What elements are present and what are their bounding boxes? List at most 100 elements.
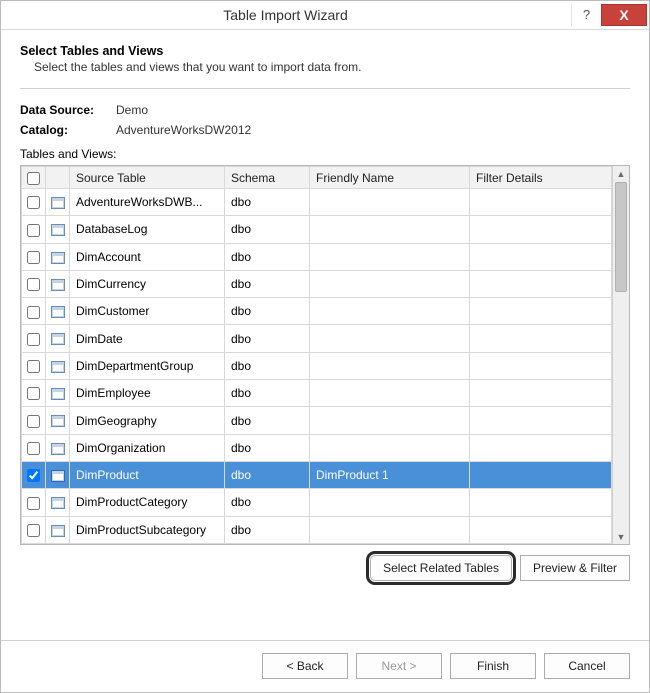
row-checkbox[interactable] [27,469,40,482]
tables-grid[interactable]: Source Table Schema Friendly Name Filter… [21,166,612,544]
table-row[interactable]: DimProductCategorydbo [22,489,612,516]
scroll-thumb[interactable] [615,182,627,292]
col-schema[interactable]: Schema [225,167,310,189]
friendly-name-cell[interactable]: DimProduct 1 [310,461,470,488]
table-row[interactable]: DimProductdboDimProduct 1 [22,461,612,488]
row-check-cell[interactable] [22,352,46,379]
row-icon-cell [46,243,70,270]
filter-details-cell [470,325,612,352]
table-row[interactable]: DimDepartmentGroupdbo [22,352,612,379]
table-row[interactable]: DimDatedbo [22,325,612,352]
table-row[interactable]: DimAccountdbo [22,243,612,270]
row-check-cell[interactable] [22,461,46,488]
col-filter-details[interactable]: Filter Details [470,167,612,189]
table-row[interactable]: DimEmployeedbo [22,380,612,407]
row-check-cell[interactable] [22,325,46,352]
select-all-header[interactable] [22,167,46,189]
row-checkbox[interactable] [27,387,40,400]
row-check-cell[interactable] [22,243,46,270]
row-icon-cell [46,461,70,488]
row-check-cell[interactable] [22,489,46,516]
row-check-cell[interactable] [22,216,46,243]
select-related-tables-button[interactable]: Select Related Tables [370,555,512,581]
friendly-name-cell[interactable] [310,352,470,379]
close-button[interactable]: X [601,4,647,26]
row-checkbox[interactable] [27,278,40,291]
friendly-name-cell[interactable] [310,380,470,407]
row-icon-cell [46,298,70,325]
friendly-name-cell[interactable] [310,489,470,516]
row-check-cell[interactable] [22,270,46,297]
row-icon-cell [46,489,70,516]
row-icon-cell [46,189,70,216]
filter-details-cell [470,270,612,297]
source-table-cell: DimProductSubcategory [70,516,225,543]
page-subheading: Select the tables and views that you wan… [34,60,630,74]
schema-cell: dbo [225,380,310,407]
table-row[interactable]: DimProductSubcategorydbo [22,516,612,543]
row-check-cell[interactable] [22,298,46,325]
row-checkbox[interactable] [27,524,40,537]
friendly-name-cell[interactable] [310,325,470,352]
row-checkbox[interactable] [27,224,40,237]
row-checkbox[interactable] [27,306,40,319]
table-icon [51,443,65,455]
back-button[interactable]: < Back [262,653,348,679]
col-source-table[interactable]: Source Table [70,167,225,189]
friendly-name-cell[interactable] [310,407,470,434]
row-checkbox[interactable] [27,333,40,346]
scroll-down-arrow[interactable]: ▼ [613,529,629,544]
row-checkbox[interactable] [27,415,40,428]
table-row[interactable]: DatabaseLogdbo [22,216,612,243]
table-row[interactable]: DimOrganizationdbo [22,434,612,461]
friendly-name-cell[interactable] [310,434,470,461]
row-check-cell[interactable] [22,434,46,461]
cancel-button[interactable]: Cancel [544,653,630,679]
vertical-scrollbar[interactable]: ▲ ▼ [612,166,629,544]
col-friendly-name[interactable]: Friendly Name [310,167,470,189]
table-icon [51,525,65,537]
friendly-name-cell[interactable] [310,189,470,216]
help-button[interactable]: ? [571,4,601,26]
schema-cell: dbo [225,516,310,543]
table-icon [51,415,65,427]
page-heading: Select Tables and Views [20,44,630,58]
catalog-value: AdventureWorksDW2012 [116,123,251,137]
row-check-cell[interactable] [22,380,46,407]
table-row[interactable]: DimCurrencydbo [22,270,612,297]
select-all-checkbox[interactable] [27,172,40,185]
source-table-cell: DatabaseLog [70,216,225,243]
friendly-name-cell[interactable] [310,216,470,243]
preview-filter-button[interactable]: Preview & Filter [520,555,630,581]
finish-button[interactable]: Finish [450,653,536,679]
source-table-cell: DimDate [70,325,225,352]
dialog-content: Select Tables and Views Select the table… [0,30,650,581]
schema-cell: dbo [225,189,310,216]
friendly-name-cell[interactable] [310,270,470,297]
friendly-name-cell[interactable] [310,298,470,325]
table-icon [51,361,65,373]
separator [20,88,630,89]
table-row[interactable]: DimCustomerdbo [22,298,612,325]
row-checkbox[interactable] [27,360,40,373]
friendly-name-cell[interactable] [310,516,470,543]
friendly-name-cell[interactable] [310,243,470,270]
table-row[interactable]: AdventureWorksDWB...dbo [22,189,612,216]
table-row[interactable]: DimGeographydbo [22,407,612,434]
source-table-cell: DimGeography [70,407,225,434]
row-checkbox[interactable] [27,196,40,209]
row-check-cell[interactable] [22,516,46,543]
tables-grid-wrapper: Source Table Schema Friendly Name Filter… [20,165,630,545]
table-icon [51,279,65,291]
table-icon [51,333,65,345]
scroll-up-arrow[interactable]: ▲ [613,166,629,181]
window-title: Table Import Wizard [0,7,571,23]
row-checkbox[interactable] [27,251,40,264]
row-icon-cell [46,434,70,461]
table-icon [51,388,65,400]
row-check-cell[interactable] [22,189,46,216]
row-checkbox[interactable] [27,442,40,455]
next-button[interactable]: Next > [356,653,442,679]
row-checkbox[interactable] [27,497,40,510]
row-check-cell[interactable] [22,407,46,434]
